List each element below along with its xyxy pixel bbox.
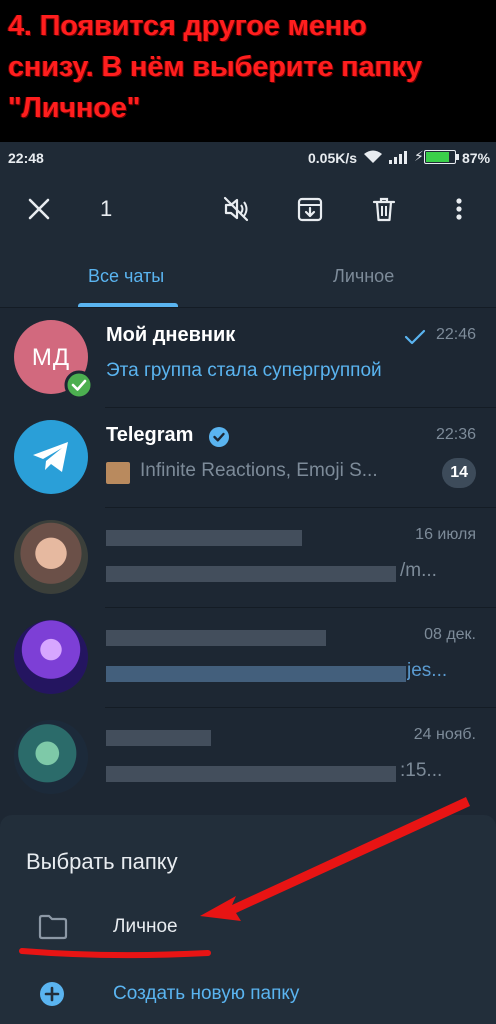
chat-row-blurred-1[interactable]: 16 июля /m... — [0, 508, 496, 608]
chat-time: 22:36 — [435, 426, 476, 443]
blurred-message — [106, 566, 396, 582]
avatar — [14, 420, 88, 494]
avatar-initials: МД — [31, 344, 71, 371]
chat-row-blurred-3[interactable]: 24 нояб. :15... — [0, 708, 496, 808]
chat-list: МД Мой дневник 22:46 Эта группа стала су… — [0, 308, 496, 808]
avatar — [14, 620, 88, 694]
folder-tabs: Все чаты Личное — [0, 244, 496, 308]
chat-time: 22:46 — [435, 326, 476, 343]
archive-icon[interactable] — [295, 194, 325, 224]
battery-icon — [424, 150, 456, 164]
charging-icon: ⚡ — [414, 148, 424, 164]
close-icon[interactable] — [24, 194, 54, 224]
chat-message-tail: jes... — [407, 660, 448, 681]
chat-time: 24 нояб. — [413, 726, 476, 743]
folder-item-personal[interactable]: Личное — [0, 903, 496, 951]
avatar — [14, 520, 88, 594]
caption-line-2: снизу. В нём выберите папку — [8, 51, 422, 83]
delete-icon[interactable] — [369, 194, 399, 224]
read-check-icon — [404, 329, 426, 345]
blurred-message — [106, 666, 406, 682]
chat-last-message: Эта группа стала супергруппой — [106, 360, 382, 381]
selected-count: 1 — [100, 196, 113, 221]
avatar — [14, 720, 88, 794]
chat-time: 08 дек. — [424, 626, 476, 643]
chat-row-diary[interactable]: МД Мой дневник 22:46 Эта группа стала су… — [0, 308, 496, 408]
sheet-title: Выбрать папку — [26, 849, 178, 874]
mute-icon[interactable] — [221, 194, 251, 224]
wifi-icon — [364, 150, 382, 163]
battery-percent: 87% — [462, 150, 491, 166]
active-tab-indicator — [78, 303, 178, 307]
create-folder-label: Создать новую папку — [113, 983, 300, 1004]
unread-count-badge: 14 — [442, 458, 476, 488]
telegram-logo-icon — [33, 442, 68, 472]
status-time: 22:48 — [8, 150, 44, 166]
chat-name: Telegram — [106, 424, 194, 446]
chat-message-tail: :15... — [400, 760, 443, 781]
telegram-screen: 22:48 0.05K/s ⚡ 87% 1 Все чаты Личное МД… — [0, 142, 496, 1024]
chat-last-message: Infinite Reactions, Emoji S... — [140, 460, 378, 481]
blurred-name — [106, 530, 302, 546]
chat-row-blurred-2[interactable]: 08 дек. jes... — [0, 608, 496, 708]
chat-time: 16 июля — [415, 526, 476, 543]
chat-message-tail: /m... — [400, 560, 437, 581]
folder-icon — [38, 914, 68, 940]
caption-line-1: 4. Появится другое меню — [8, 10, 367, 42]
folder-item-label: Личное — [113, 916, 178, 937]
blurred-name — [106, 630, 326, 646]
add-circle-icon — [40, 982, 64, 1006]
more-vert-icon[interactable] — [444, 194, 474, 224]
create-folder-item[interactable]: Создать новую папку — [0, 969, 496, 1017]
blurred-message — [106, 766, 396, 782]
select-folder-sheet: Выбрать папку Личное Создать новую папку — [0, 815, 496, 1024]
tab-all-chats[interactable]: Все чаты — [88, 266, 164, 287]
tab-personal[interactable]: Личное — [333, 266, 394, 287]
network-speed: 0.05K/s — [308, 150, 358, 166]
signal-icon — [389, 151, 407, 164]
selection-action-bar: 1 — [0, 174, 496, 244]
selected-check-icon — [64, 370, 94, 400]
chat-row-telegram[interactable]: Telegram 22:36 Infinite Reactions, Emoji… — [0, 408, 496, 508]
battery-fill — [426, 152, 450, 162]
chat-name: Мой дневник — [106, 324, 236, 346]
blurred-name — [106, 730, 211, 746]
instruction-caption: 4. Появится другое меню снизу. В нём выб… — [0, 0, 496, 142]
battery-cap — [456, 154, 459, 160]
caption-line-3: "Личное" — [8, 92, 141, 124]
media-thumbnail — [106, 462, 130, 484]
verified-icon — [209, 427, 229, 447]
status-bar: 22:48 0.05K/s ⚡ 87% — [0, 142, 496, 174]
